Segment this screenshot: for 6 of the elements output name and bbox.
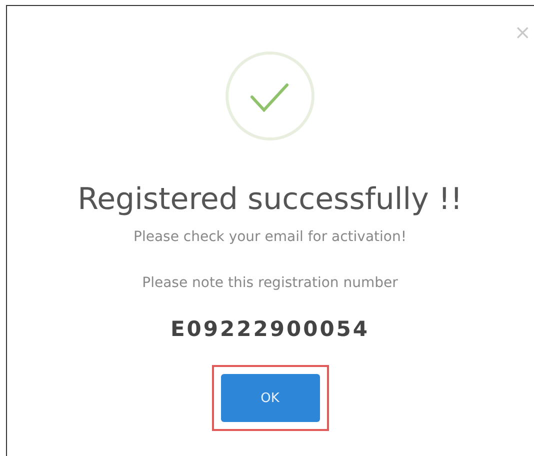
- message-text: Please check your email for activation!: [134, 229, 406, 245]
- dialog-title: Registered successfully !!: [78, 182, 462, 217]
- checkmark-circle-icon: [224, 50, 316, 142]
- ok-button[interactable]: OK: [220, 374, 320, 422]
- message-text: Please note this registration number: [142, 275, 398, 291]
- registration-number: E09222900054: [170, 317, 370, 341]
